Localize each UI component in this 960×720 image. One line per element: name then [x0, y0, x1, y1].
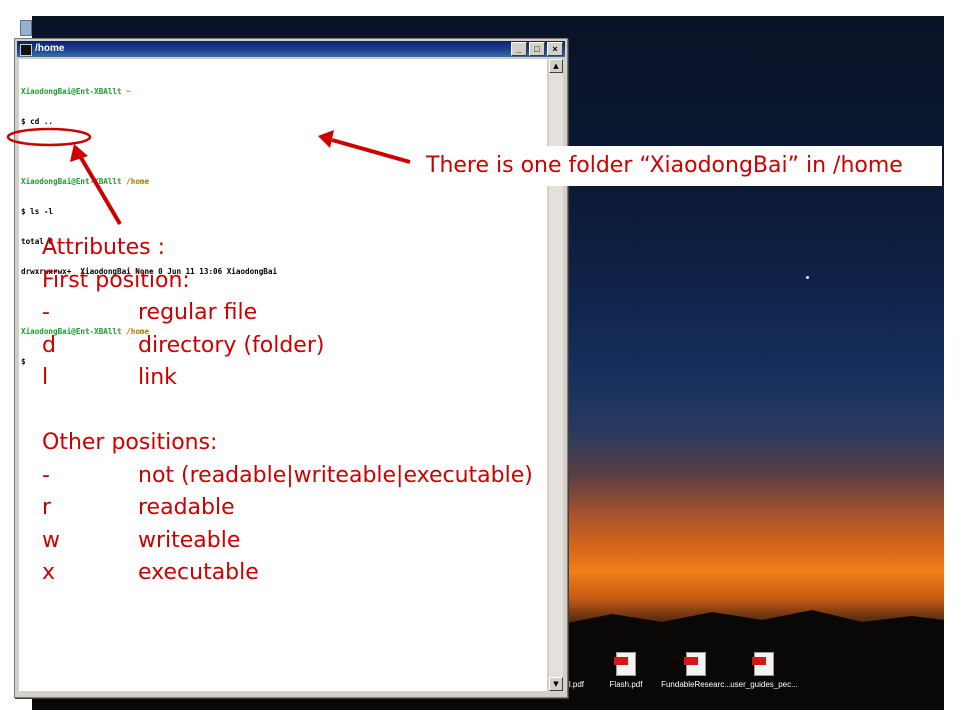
arrow-head — [318, 130, 334, 148]
arrow-head — [70, 144, 88, 162]
arrow-line — [78, 154, 122, 226]
highlight-ellipse — [6, 127, 92, 147]
arrow-line — [331, 138, 411, 164]
annotation-arrows — [6, 127, 411, 226]
